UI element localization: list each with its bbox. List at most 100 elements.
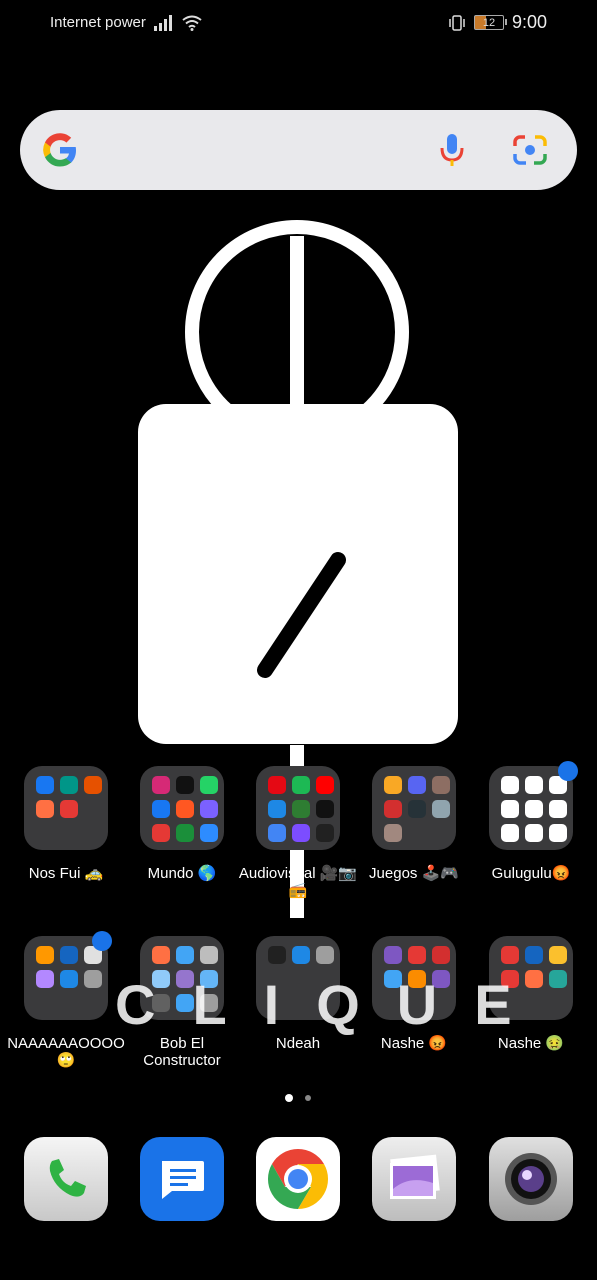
folder-nashe-angry[interactable]: [372, 936, 456, 1020]
app-mini-icon: [525, 970, 543, 988]
app-mini-icon: [525, 800, 543, 818]
status-bar-left: Internet power: [50, 14, 202, 31]
page-indicator-inactive: [305, 1095, 311, 1101]
signal-icon: [153, 14, 172, 31]
app-mini-icon: [549, 970, 567, 988]
app-mini-icon: [384, 970, 402, 988]
message-bubble-icon: [162, 1161, 204, 1199]
app-mini-icon: [292, 800, 310, 818]
folder-label: NAAAAAAOOOO🙄: [7, 1035, 125, 1069]
app-mini-icon: [432, 800, 450, 818]
app-mini-icon: [84, 776, 102, 794]
app-mini-icon: [60, 800, 78, 818]
app-mini-icon: [36, 946, 54, 964]
app-mini-icon: [152, 800, 170, 818]
page-indicator-active: [285, 1094, 293, 1102]
app-mini-icon: [36, 776, 54, 794]
app-mini-icon: [176, 970, 194, 988]
app-mini-icon: [316, 776, 334, 794]
app-mini-icon: [200, 994, 218, 1012]
carrier-label: Internet power: [50, 14, 146, 31]
folder-label: Ndeah: [275, 1035, 321, 1052]
phone-icon: [49, 1159, 86, 1197]
app-mini-icon: [408, 970, 426, 988]
app-mini-icon: [501, 946, 519, 964]
folder-mundo[interactable]: [140, 766, 224, 850]
folder-gulugulu[interactable]: [489, 766, 573, 850]
folder-label: Nashe 🤢: [497, 1035, 565, 1052]
notification-badge: [558, 761, 578, 781]
gallery-icon: [390, 1154, 440, 1199]
app-mini-icon: [525, 824, 543, 842]
app-mini-icon: [176, 800, 194, 818]
google-search-bar[interactable]: [20, 110, 577, 190]
app-mini-icon: [60, 776, 78, 794]
app-mini-icon: [408, 946, 426, 964]
app-mini-icon: [525, 946, 543, 964]
app-mini-icon: [84, 970, 102, 988]
notification-badge: [92, 931, 112, 951]
lens-camera-icon[interactable]: [512, 134, 548, 166]
app-mini-icon: [152, 824, 170, 842]
app-mini-icon: [176, 994, 194, 1012]
camera-app[interactable]: [489, 1137, 573, 1221]
app-mini-icon: [200, 800, 218, 818]
battery-icon: 12: [473, 15, 507, 30]
app-mini-icon: [501, 824, 519, 842]
app-mini-icon: [549, 800, 567, 818]
app-mini-icon: [316, 800, 334, 818]
app-mini-icon: [176, 946, 194, 964]
camera-lens-icon: [505, 1153, 557, 1205]
app-mini-icon: [501, 776, 519, 794]
app-mini-icon: [60, 970, 78, 988]
app-mini-icon: [200, 946, 218, 964]
app-mini-icon: [200, 776, 218, 794]
app-mini-icon: [152, 970, 170, 988]
folder-nos-fui[interactable]: [24, 766, 108, 850]
folder-ndeah[interactable]: [256, 936, 340, 1020]
folder-label: Mundo 🌎: [147, 865, 217, 882]
gallery-app[interactable]: [372, 1137, 456, 1221]
vibrate-icon: [449, 14, 465, 31]
folder-label: Gulugulu😡: [491, 865, 571, 882]
app-mini-icon: [268, 946, 286, 964]
app-mini-icon: [60, 946, 78, 964]
folder-label: Nashe 😡: [380, 1035, 448, 1052]
folder-nashe-sick[interactable]: [489, 936, 573, 1020]
status-bar-right: 12 9:00: [448, 12, 547, 33]
app-mini-icon: [152, 946, 170, 964]
app-mini-icon: [268, 824, 286, 842]
app-mini-icon: [268, 800, 286, 818]
app-mini-icon: [292, 824, 310, 842]
google-logo-icon: [43, 133, 76, 167]
app-mini-icon: [525, 776, 543, 794]
app-mini-icon: [152, 994, 170, 1012]
wallpaper-lock-graphic: [138, 220, 458, 918]
microphone-icon[interactable]: [438, 132, 466, 168]
app-mini-icon: [200, 970, 218, 988]
app-mini-icon: [36, 800, 54, 818]
app-mini-icon: [549, 946, 567, 964]
app-mini-icon: [501, 800, 519, 818]
phone-app[interactable]: [24, 1137, 108, 1221]
app-mini-icon: [549, 824, 567, 842]
app-mini-icon: [316, 946, 334, 964]
folder-label: Audiovisual 🎥📷📻: [238, 865, 358, 899]
app-mini-icon: [384, 824, 402, 842]
messages-app[interactable]: [140, 1137, 224, 1221]
clock: 9:00: [511, 12, 547, 32]
app-mini-icon: [432, 946, 450, 964]
folder-audiovisual[interactable]: [256, 766, 340, 850]
wifi-icon: [182, 15, 202, 31]
app-mini-icon: [501, 970, 519, 988]
app-mini-icon: [36, 970, 54, 988]
app-mini-icon: [384, 946, 402, 964]
app-mini-icon: [384, 776, 402, 794]
folder-bob-el-constructor[interactable]: [140, 936, 224, 1020]
chrome-icon: [267, 1149, 329, 1209]
app-mini-icon: [176, 824, 194, 842]
chrome-app[interactable]: [256, 1137, 340, 1221]
app-mini-icon: [292, 776, 310, 794]
folder-label: Juegos 🕹️🎮: [369, 865, 459, 882]
folder-juegos[interactable]: [372, 766, 456, 850]
